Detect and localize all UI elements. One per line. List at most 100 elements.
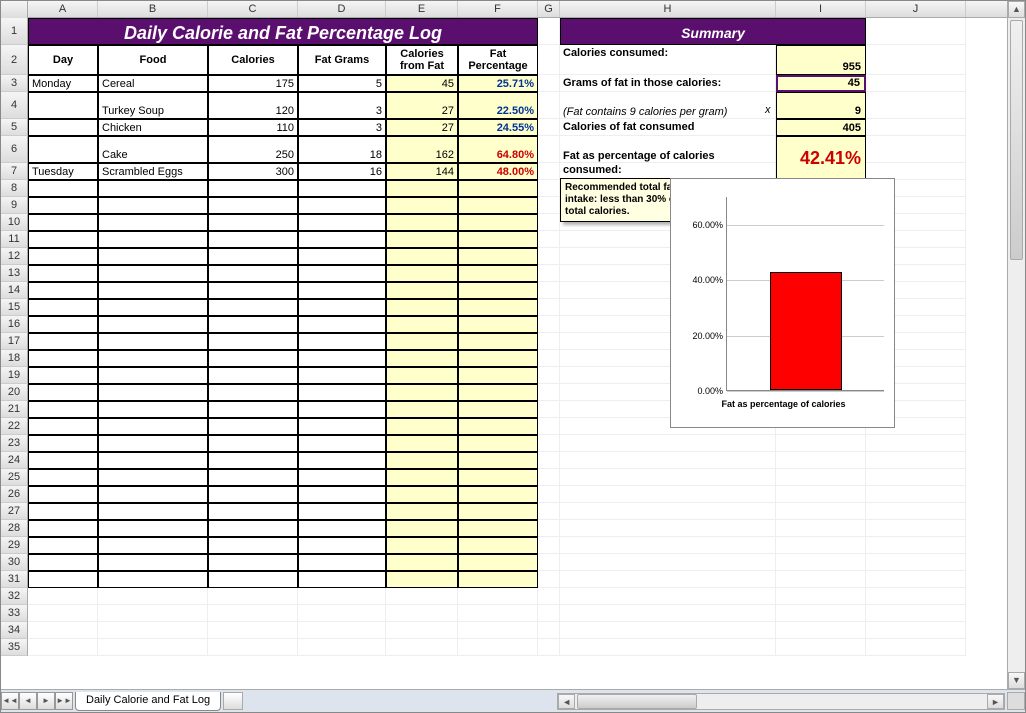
empty-cell-r15-c4[interactable]: [386, 299, 458, 316]
column-header-H[interactable]: H: [560, 1, 776, 17]
empty-cell-r18-c3[interactable]: [298, 350, 386, 367]
cell-r5-fg[interactable]: 3: [298, 119, 386, 136]
empty-cell-r10-c5[interactable]: [458, 214, 538, 231]
empty-cell-r17-c4[interactable]: [386, 333, 458, 350]
empty-cell-r30-c2[interactable]: [208, 554, 298, 571]
empty-cell-r11-c4[interactable]: [386, 231, 458, 248]
empty-cell-r14-c5[interactable]: [458, 282, 538, 299]
cell-r6-cff[interactable]: 162: [386, 136, 458, 163]
cell-r7-day[interactable]: Tuesday: [28, 163, 98, 180]
cell-r7-pct[interactable]: 48.00%: [458, 163, 538, 180]
empty-cell-r12-c1[interactable]: [98, 248, 208, 265]
empty-cell-r26-c5[interactable]: [458, 486, 538, 503]
cell-r6-day[interactable]: [28, 136, 98, 163]
empty-cell-r20-c1[interactable]: [98, 384, 208, 401]
cell-r5-day[interactable]: [28, 119, 98, 136]
empty-cell-r29-c1[interactable]: [98, 537, 208, 554]
empty-cell-r8-c2[interactable]: [208, 180, 298, 197]
cell-r4-cff[interactable]: 27: [386, 92, 458, 119]
row-header-19[interactable]: 19: [1, 367, 28, 384]
empty-cell-r31-c1[interactable]: [98, 571, 208, 588]
empty-cell-r22-c0[interactable]: [28, 418, 98, 435]
empty-cell-r24-c1[interactable]: [98, 452, 208, 469]
row-header-8[interactable]: 8: [1, 180, 28, 197]
column-header-C[interactable]: C: [208, 1, 298, 17]
empty-cell-r29-c3[interactable]: [298, 537, 386, 554]
cell-r4-pct[interactable]: 22.50%: [458, 92, 538, 119]
cell-r6-food[interactable]: Cake: [98, 136, 208, 163]
empty-cell-r17-c1[interactable]: [98, 333, 208, 350]
empty-cell-r9-c5[interactable]: [458, 197, 538, 214]
cell-r5-food[interactable]: Chicken: [98, 119, 208, 136]
empty-cell-r8-c4[interactable]: [386, 180, 458, 197]
cell-r4-food[interactable]: Turkey Soup: [98, 92, 208, 119]
row-header-24[interactable]: 24: [1, 452, 28, 469]
row-header-26[interactable]: 26: [1, 486, 28, 503]
empty-cell-r30-c3[interactable]: [298, 554, 386, 571]
row-header-2[interactable]: 2: [1, 45, 28, 75]
cell-r5-cff[interactable]: 27: [386, 119, 458, 136]
empty-cell-r8-c0[interactable]: [28, 180, 98, 197]
empty-cell-r14-c2[interactable]: [208, 282, 298, 299]
value-grams[interactable]: 45: [776, 75, 866, 92]
empty-cell-r28-c5[interactable]: [458, 520, 538, 537]
row-header-28[interactable]: 28: [1, 520, 28, 537]
empty-cell-r30-c4[interactable]: [386, 554, 458, 571]
empty-cell-r21-c5[interactable]: [458, 401, 538, 418]
empty-cell-r15-c2[interactable]: [208, 299, 298, 316]
cell-r3-day[interactable]: Monday: [28, 75, 98, 92]
empty-cell-r9-c4[interactable]: [386, 197, 458, 214]
empty-cell-r22-c5[interactable]: [458, 418, 538, 435]
row-header-4[interactable]: 4: [1, 92, 28, 119]
empty-cell-r12-c5[interactable]: [458, 248, 538, 265]
row-header-30[interactable]: 30: [1, 554, 28, 571]
value-cal-consumed[interactable]: 955: [776, 45, 866, 75]
empty-cell-r13-c5[interactable]: [458, 265, 538, 282]
empty-cell-r8-c1[interactable]: [98, 180, 208, 197]
row-header-6[interactable]: 6: [1, 136, 28, 163]
cell-r7-cal[interactable]: 300: [208, 163, 298, 180]
empty-cell-r27-c0[interactable]: [28, 503, 98, 520]
horizontal-scroll-thumb[interactable]: [577, 694, 697, 709]
empty-cell-r26-c2[interactable]: [208, 486, 298, 503]
empty-cell-r9-c3[interactable]: [298, 197, 386, 214]
empty-cell-r29-c0[interactable]: [28, 537, 98, 554]
empty-cell-r26-c3[interactable]: [298, 486, 386, 503]
empty-cell-r10-c1[interactable]: [98, 214, 208, 231]
empty-cell-r19-c3[interactable]: [298, 367, 386, 384]
empty-cell-r20-c4[interactable]: [386, 384, 458, 401]
empty-cell-r31-c0[interactable]: [28, 571, 98, 588]
empty-cell-r12-c0[interactable]: [28, 248, 98, 265]
empty-cell-r17-c5[interactable]: [458, 333, 538, 350]
cell-r3-cff[interactable]: 45: [386, 75, 458, 92]
vertical-scroll-thumb[interactable]: [1010, 20, 1023, 260]
empty-cell-r22-c1[interactable]: [98, 418, 208, 435]
cell-r7-cff[interactable]: 144: [386, 163, 458, 180]
empty-cell-r25-c3[interactable]: [298, 469, 386, 486]
empty-cell-r21-c3[interactable]: [298, 401, 386, 418]
empty-cell-r18-c1[interactable]: [98, 350, 208, 367]
empty-cell-r9-c0[interactable]: [28, 197, 98, 214]
empty-cell-r23-c4[interactable]: [386, 435, 458, 452]
empty-cell-r23-c2[interactable]: [208, 435, 298, 452]
cell-r3-food[interactable]: Cereal: [98, 75, 208, 92]
row-header-33[interactable]: 33: [1, 605, 28, 622]
empty-cell-r25-c2[interactable]: [208, 469, 298, 486]
empty-cell-r30-c0[interactable]: [28, 554, 98, 571]
empty-cell-r28-c4[interactable]: [386, 520, 458, 537]
column-header-I[interactable]: I: [776, 1, 866, 17]
empty-cell-r16-c4[interactable]: [386, 316, 458, 333]
empty-cell-r27-c4[interactable]: [386, 503, 458, 520]
empty-cell-r11-c5[interactable]: [458, 231, 538, 248]
empty-cell-r15-c0[interactable]: [28, 299, 98, 316]
empty-cell-r14-c0[interactable]: [28, 282, 98, 299]
column-header-D[interactable]: D: [298, 1, 386, 17]
row-header-21[interactable]: 21: [1, 401, 28, 418]
empty-cell-r29-c5[interactable]: [458, 537, 538, 554]
row-header-20[interactable]: 20: [1, 384, 28, 401]
empty-cell-r13-c2[interactable]: [208, 265, 298, 282]
empty-cell-r14-c3[interactable]: [298, 282, 386, 299]
row-header-25[interactable]: 25: [1, 469, 28, 486]
empty-cell-r25-c4[interactable]: [386, 469, 458, 486]
empty-cell-r9-c2[interactable]: [208, 197, 298, 214]
